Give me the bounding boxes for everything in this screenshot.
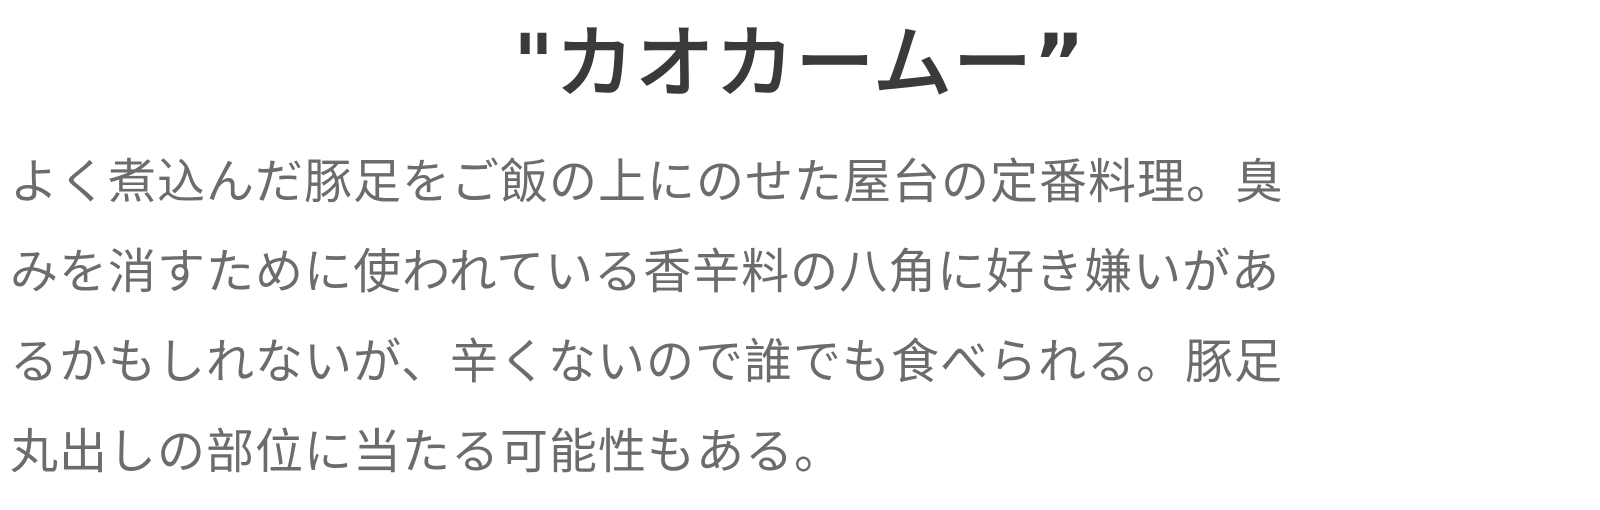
article-card: "カオカームー” よく煮込んだ豚足をご飯の上にのせた屋台の定番料理。臭 みを消す… — [0, 0, 1600, 510]
description-line-3: るかもしれないが、辛くないので誰でも食べられる。豚足 — [10, 334, 1284, 390]
description-line-2: みを消すために使われている香辛料の八角に好き嫌いがあ — [10, 244, 1281, 300]
description-line-1: よく煮込んだ豚足をご飯の上にのせた屋台の定番料理。臭 — [10, 154, 1285, 210]
dish-title: "カオカームー” — [513, 19, 1087, 109]
description-line-4: 丸出しの部位に当たる可能性もある。 — [10, 424, 844, 480]
